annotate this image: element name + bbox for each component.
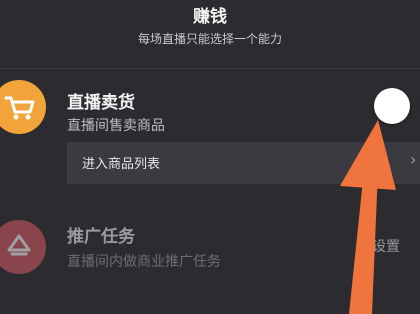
enter-product-list-label: 进入商品列表 bbox=[82, 157, 161, 172]
promotion-icon-glyph bbox=[7, 234, 31, 256]
earn-money-panel: 赚钱 每场直播只能选择一个能力 直播卖货 直播间售卖商品 进入商品列表 › 推广… bbox=[0, 0, 420, 314]
live-selling-title: 直播卖货 bbox=[67, 93, 135, 113]
cart-icon-glyph bbox=[4, 96, 35, 120]
toggle-knob[interactable] bbox=[374, 88, 410, 124]
cart-icon bbox=[0, 80, 46, 134]
promotion-icon bbox=[0, 220, 46, 274]
chevron-right-icon: › bbox=[410, 150, 417, 169]
header-divider bbox=[0, 68, 420, 69]
panel-title: 赚钱 bbox=[193, 7, 227, 27]
panel-subtitle: 每场直播只能选择一个能力 bbox=[137, 32, 282, 46]
live-selling-description: 直播间售卖商品 bbox=[67, 118, 165, 134]
promotion-task-description: 直播间内做商业推广任务 bbox=[67, 254, 221, 270]
promotion-task-title: 推广任务 bbox=[67, 227, 135, 247]
promotion-settings-link[interactable]: 设置 bbox=[372, 236, 400, 256]
